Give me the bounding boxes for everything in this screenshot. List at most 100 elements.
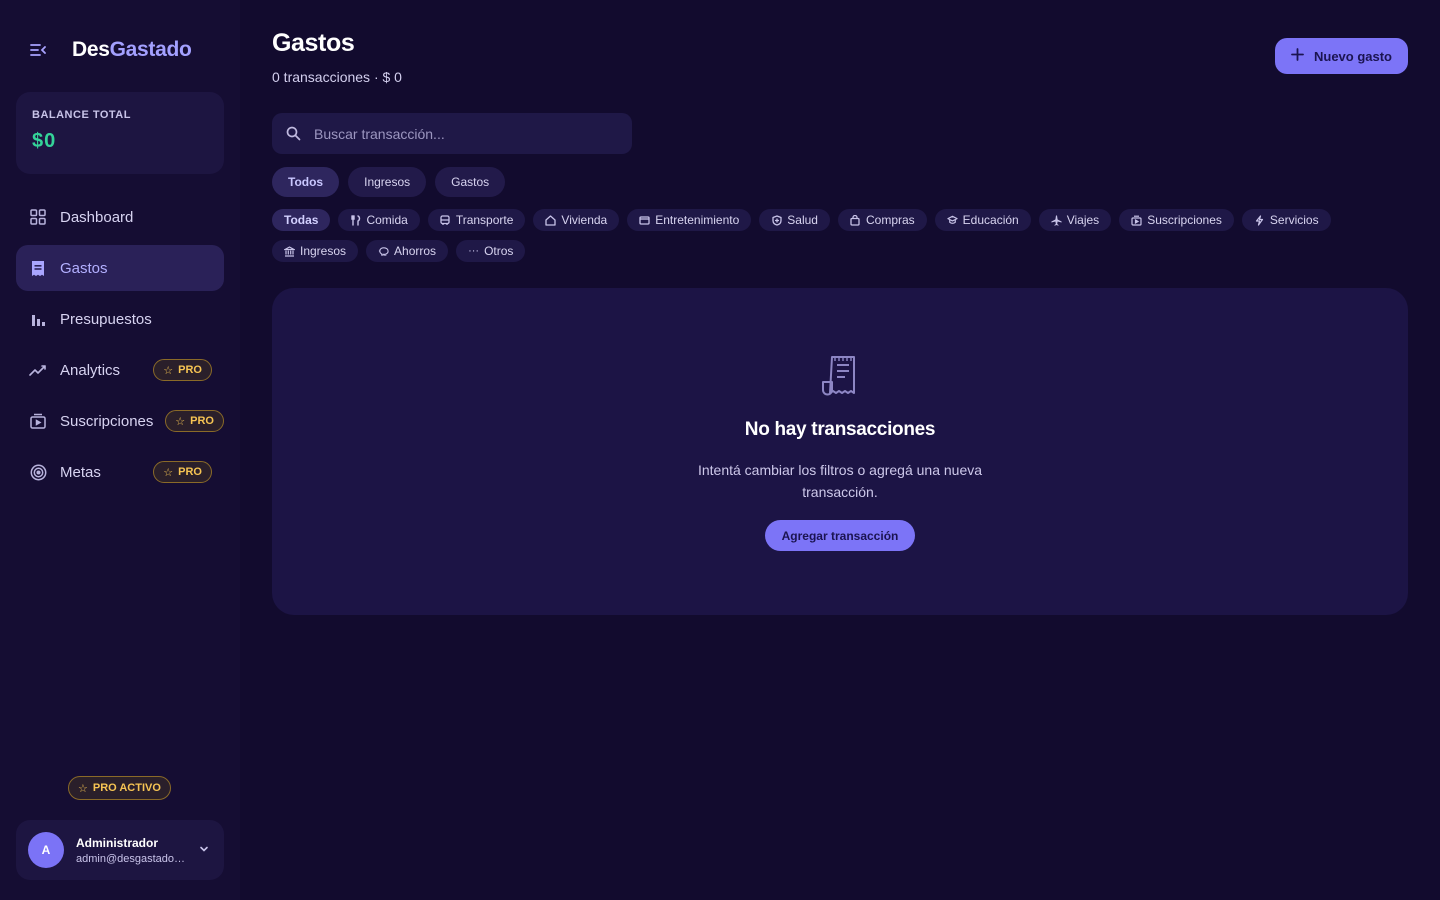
- category-transporte[interactable]: Transporte: [427, 209, 526, 231]
- category-label: Vivienda: [561, 213, 608, 227]
- home-icon: [545, 214, 557, 226]
- search-input[interactable]: [314, 125, 614, 142]
- sidebar-item-label: Presupuestos: [60, 310, 152, 328]
- category-label: Educación: [962, 213, 1019, 227]
- filter-todos[interactable]: Todos: [272, 167, 340, 197]
- sidebar-nav: Dashboard Gastos Presupuestos Analytics …: [16, 194, 224, 500]
- bar-chart-icon: [29, 310, 47, 328]
- category-salud[interactable]: Salud: [759, 209, 830, 231]
- star-icon: ☆: [78, 782, 88, 795]
- balance-card: BALANCE TOTAL $0: [16, 92, 224, 174]
- user-info: Administrador admin@desgastado.com: [76, 836, 186, 865]
- category-label: Ingresos: [300, 244, 347, 258]
- sidebar-item-dashboard[interactable]: Dashboard: [16, 194, 224, 240]
- brand-name-part1: Des: [72, 38, 110, 61]
- page-subtitle: 0 transacciones · $ 0: [272, 69, 402, 85]
- bag-icon: [850, 214, 861, 226]
- category-ahorros[interactable]: Ahorros: [366, 240, 449, 262]
- sidebar-item-presupuestos[interactable]: Presupuestos: [16, 296, 224, 342]
- dots-icon: ···: [468, 245, 480, 257]
- sidebar-item-suscripciones[interactable]: Suscripciones ☆ PRO: [16, 398, 224, 444]
- pro-badge: ☆ PRO: [153, 461, 212, 483]
- category-label: Otros: [484, 244, 514, 258]
- category-label: Suscripciones: [1147, 213, 1222, 227]
- new-expense-label: Nuevo gasto: [1313, 48, 1392, 64]
- category-label: Viajes: [1066, 213, 1100, 227]
- page-title: Gastos: [272, 29, 355, 57]
- balance-label: BALANCE TOTAL: [32, 109, 131, 121]
- tv-icon: [639, 215, 650, 225]
- bank-icon: [284, 245, 295, 257]
- sidebar-item-gastos[interactable]: Gastos: [16, 245, 224, 291]
- category-label: Todas: [284, 213, 319, 227]
- category-label: Servicios: [1269, 213, 1319, 227]
- category-viajes[interactable]: Viajes: [1038, 209, 1112, 231]
- search-icon: [286, 126, 302, 142]
- sidebar-toggle-icon[interactable]: [28, 40, 48, 60]
- chevron-down-icon[interactable]: [198, 842, 210, 860]
- plane-icon: [1051, 215, 1062, 226]
- subscription-icon: [1131, 215, 1142, 226]
- utensils-icon: [350, 214, 361, 226]
- empty-description: Intentá cambiar los filtros o agregá una…: [697, 462, 983, 500]
- sidebar-item-analytics[interactable]: Analytics ☆ PRO: [16, 347, 224, 393]
- star-icon: ☆: [175, 415, 186, 428]
- user-name: Administrador: [76, 835, 159, 850]
- sidebar-item-label: Suscripciones: [60, 412, 154, 430]
- avatar: A: [28, 832, 64, 868]
- main-content: Gastos 0 transacciones · $ 0 Nuevo gasto…: [272, 0, 1408, 900]
- add-transaction-button[interactable]: Agregar transacción: [765, 520, 915, 551]
- pro-badge-label: PRO: [178, 364, 202, 376]
- category-servicios[interactable]: Servicios: [1241, 209, 1331, 231]
- sidebar-item-metas[interactable]: Metas ☆ PRO: [16, 449, 224, 495]
- shield-icon: [771, 214, 782, 226]
- grid-icon: [29, 208, 47, 226]
- sidebar-item-label: Analytics: [60, 361, 121, 379]
- pro-badge-label: PRO: [178, 466, 202, 478]
- category-label: Compras: [865, 213, 915, 227]
- new-expense-button[interactable]: Nuevo gasto: [1275, 38, 1408, 74]
- category-compras[interactable]: Compras: [837, 209, 927, 231]
- receipt-icon: [820, 354, 860, 396]
- category-todas[interactable]: Todas: [272, 209, 331, 231]
- trend-icon: [29, 361, 47, 379]
- sidebar-item-label: Dashboard: [60, 208, 134, 226]
- piggy-icon: [378, 246, 389, 256]
- sidebar-item-label: Metas: [60, 463, 101, 481]
- pro-active-label: PRO ACTIVO: [92, 782, 161, 794]
- category-label: Salud: [787, 213, 818, 227]
- category-vivienda[interactable]: Vivienda: [533, 209, 620, 231]
- star-icon: ☆: [163, 466, 174, 479]
- category-label: Transporte: [455, 213, 514, 227]
- bus-icon: [440, 214, 451, 226]
- type-filter: Todos Ingresos Gastos: [272, 167, 506, 197]
- category-suscripciones[interactable]: Suscripciones: [1119, 209, 1234, 231]
- search-box: [272, 113, 632, 154]
- filter-gastos[interactable]: Gastos: [435, 167, 506, 197]
- filter-ingresos[interactable]: Ingresos: [348, 167, 427, 197]
- empty-state: No hay transacciones Intentá cambiar los…: [272, 288, 1408, 615]
- category-comida[interactable]: Comida: [338, 209, 420, 231]
- brand: DesGastado: [28, 36, 192, 64]
- category-label: Ahorros: [394, 244, 437, 258]
- user-menu[interactable]: A Administrador admin@desgastado.com: [16, 820, 224, 880]
- balance-value: $0: [32, 130, 57, 152]
- category-filter: Todas Comida Transporte Vivienda Entrete…: [272, 209, 1408, 262]
- category-label: Comida: [366, 213, 408, 227]
- target-icon: [29, 463, 47, 481]
- plus-icon: [1291, 48, 1304, 64]
- cap-icon: [946, 215, 958, 225]
- category-otros[interactable]: ··· Otros: [456, 240, 526, 262]
- subscription-icon: [29, 412, 47, 430]
- brand-logo[interactable]: DesGastado: [72, 38, 192, 62]
- category-ingresos[interactable]: Ingresos: [272, 240, 359, 262]
- category-entretenimiento[interactable]: Entretenimiento: [627, 209, 752, 231]
- pro-badge: ☆ PRO: [165, 410, 224, 432]
- category-educacion[interactable]: Educación: [934, 209, 1031, 231]
- sidebar-item-label: Gastos: [60, 259, 108, 277]
- sidebar: DesGastado BALANCE TOTAL $0 Dashboard Ga…: [0, 0, 240, 900]
- brand-name-part2: Gastado: [109, 38, 192, 61]
- category-label: Entretenimiento: [655, 213, 740, 227]
- empty-title: No hay transacciones: [744, 419, 936, 440]
- star-icon: ☆: [163, 364, 174, 377]
